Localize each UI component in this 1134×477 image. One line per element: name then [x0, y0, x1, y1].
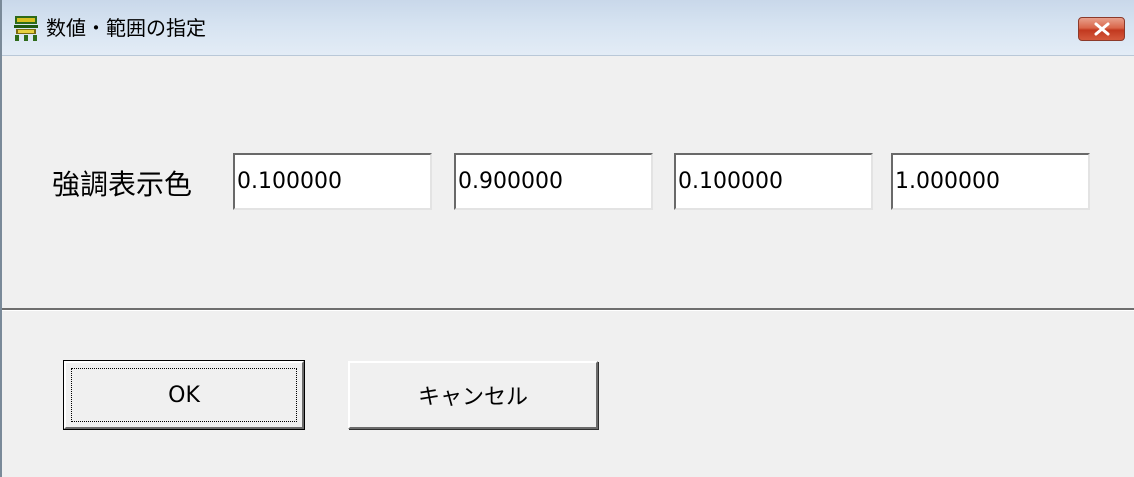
highlight-color-field-3[interactable]: 0.100000 — [674, 153, 873, 210]
highlight-color-field-1[interactable]: 0.100000 — [233, 153, 432, 210]
cancel-button-label: キャンセル — [417, 385, 528, 410]
highlight-color-field-4[interactable]: 1.000000 — [891, 153, 1090, 210]
highlight-color-label: 強調表示色 — [52, 168, 193, 201]
ok-button-label: OK — [168, 382, 200, 408]
ok-button[interactable]: OK — [63, 360, 305, 430]
close-button[interactable] — [1078, 17, 1125, 41]
window-title: 数値・範囲の指定 — [46, 16, 206, 40]
separator-line — [2, 308, 1134, 311]
dialog-window: 数値・範囲の指定 強調表示色 0.100000 0.900000 0.10000… — [0, 0, 1134, 477]
close-icon — [1093, 22, 1111, 36]
highlight-color-field-2[interactable]: 0.900000 — [454, 153, 653, 210]
landscape-app-icon — [12, 14, 40, 42]
title-bar[interactable]: 数値・範囲の指定 — [2, 0, 1134, 56]
cancel-button[interactable]: キャンセル — [348, 361, 598, 429]
